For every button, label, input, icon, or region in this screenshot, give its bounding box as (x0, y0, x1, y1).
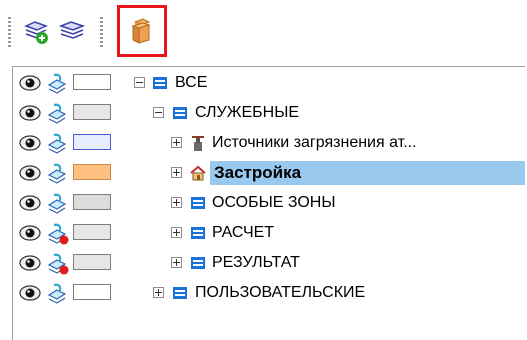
tree-row-service[interactable]: СЛУЖЕБНЫЕ (13, 100, 525, 126)
expand-toggle[interactable] (171, 167, 182, 178)
expand-toggle[interactable] (171, 197, 182, 208)
folder-icon (173, 107, 187, 119)
map-objects-icon (131, 18, 151, 44)
eye-icon[interactable] (19, 255, 41, 271)
layers-icon (58, 21, 86, 39)
eye-icon[interactable] (19, 105, 41, 121)
expand-toggle[interactable] (171, 257, 182, 268)
color-swatch[interactable] (73, 194, 111, 210)
expand-toggle[interactable] (171, 137, 182, 148)
tree-label: ВСЕ (175, 74, 208, 91)
tree-label: РАСЧЕТ (212, 224, 275, 241)
layer-locked-icon[interactable] (45, 251, 69, 275)
tree-row-calculation[interactable]: РАСЧЕТ (13, 220, 525, 246)
layer-style-icon[interactable] (45, 71, 69, 95)
toolbar-grip[interactable] (100, 17, 103, 47)
expand-toggle[interactable] (153, 287, 164, 298)
folder-icon (191, 197, 205, 209)
layer-style-icon[interactable] (45, 191, 69, 215)
color-swatch[interactable] (73, 104, 111, 120)
tree-label: Застройка (214, 163, 302, 182)
collapse-toggle[interactable] (153, 107, 164, 118)
layer-style-icon[interactable] (45, 161, 69, 185)
layer-style-icon[interactable] (45, 281, 69, 305)
tree-label: ОСОБЫЕ ЗОНЫ (212, 194, 336, 211)
tree-row-sources[interactable]: Источники загрязнения ат... (13, 130, 525, 156)
tree-label: Источники загрязнения ат... (212, 134, 417, 151)
color-swatch[interactable] (73, 134, 111, 150)
map-objects-button[interactable] (126, 15, 158, 47)
toolbar-grip[interactable] (8, 17, 11, 47)
tree-label: ПОЛЬЗОВАТЕЛЬСКИЕ (195, 284, 366, 301)
layers-button[interactable] (56, 15, 88, 47)
layer-locked-icon[interactable] (45, 221, 69, 245)
color-swatch[interactable] (73, 74, 111, 90)
tree-row-buildings[interactable]: Застройка (13, 160, 525, 186)
color-swatch[interactable] (73, 224, 111, 240)
layer-style-icon[interactable] (45, 131, 69, 155)
folder-icon (153, 77, 167, 89)
expand-toggle[interactable] (171, 227, 182, 238)
tree-label: РЕЗУЛЬТАТ (212, 254, 300, 271)
add-layer-button[interactable] (20, 15, 52, 47)
tree-label: СЛУЖЕБНЫЕ (195, 104, 300, 121)
add-layer-icon (23, 21, 49, 44)
tree-row-all[interactable]: ВСЕ (13, 70, 525, 96)
tree-row-special-zones[interactable]: ОСОБЫЕ ЗОНЫ (13, 190, 525, 216)
eye-icon[interactable] (19, 135, 41, 151)
color-swatch[interactable] (73, 164, 111, 180)
factory-icon (192, 136, 204, 151)
eye-icon[interactable] (19, 75, 41, 91)
eye-icon[interactable] (19, 165, 41, 181)
folder-icon (191, 227, 205, 239)
color-swatch[interactable] (73, 254, 111, 270)
collapse-toggle[interactable] (134, 77, 145, 88)
eye-icon[interactable] (19, 285, 41, 301)
tree-row-result[interactable]: РЕЗУЛЬТАТ (13, 250, 525, 276)
tree-row-user[interactable]: ПОЛЬЗОВАТЕЛЬСКИЕ (13, 280, 525, 306)
house-icon (190, 165, 206, 181)
color-swatch[interactable] (73, 284, 111, 300)
folder-icon (191, 257, 205, 269)
toolbar (0, 0, 527, 62)
layer-tree: ВСЕ СЛУЖЕБНЫЕ Источники загрязнения ат..… (12, 66, 525, 340)
folder-icon (173, 287, 187, 299)
eye-icon[interactable] (19, 195, 41, 211)
eye-icon[interactable] (19, 225, 41, 241)
layer-style-icon[interactable] (45, 101, 69, 125)
